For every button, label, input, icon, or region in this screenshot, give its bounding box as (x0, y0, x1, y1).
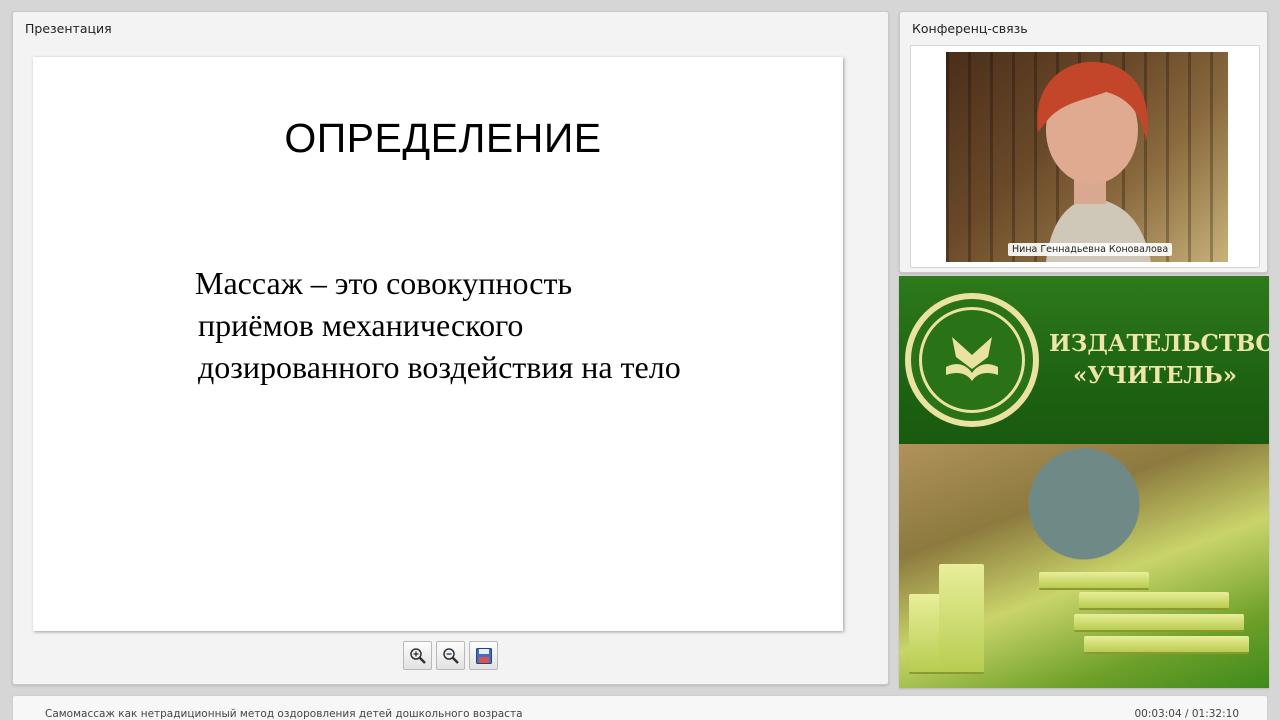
save-icon (475, 647, 492, 664)
slide: ОПРЕДЕЛЕНИЕ Массаж – это совокупность пр… (33, 57, 843, 631)
slide-line: дозированного воздействия на тело (198, 349, 681, 385)
slide-heading: ОПРЕДЕЛЕНИЕ (284, 115, 602, 161)
publisher-name-line: «УЧИТЕЛЬ» (1072, 362, 1238, 389)
zoom-in-icon (409, 647, 426, 664)
playback-time: 00:03:04 / 01:32:10 (1134, 708, 1239, 720)
publisher-name: ИЗДАТЕЛЬСТВО «УЧИТЕЛЬ» (1049, 328, 1269, 392)
book-shape (1084, 636, 1249, 654)
conference-panel: Конференц-связь Нина Геннадьевна Коновал… (899, 11, 1268, 273)
banner-image (899, 444, 1269, 688)
slide-line: приёмов механического (198, 307, 524, 343)
publisher-name-line: ИЗДАТЕЛЬСТВО (1049, 330, 1269, 357)
participant-silhouette (1037, 61, 1151, 262)
zoom-in-button[interactable] (403, 641, 432, 670)
slide-toolbar (403, 641, 498, 670)
publisher-logo-icon (905, 293, 1039, 427)
presentation-panel: Презентация ОПРЕДЕЛЕНИЕ Массаж – это сов… (12, 11, 889, 685)
book-shape (1074, 614, 1244, 632)
slide-line: Массаж – это совокупность (195, 265, 573, 301)
banner-header: ИЗДАТЕЛЬСТВО «УЧИТЕЛЬ» (899, 276, 1269, 444)
video-frame: Нина Геннадьевна Коновалова (910, 45, 1260, 268)
webinar-title: Самомассаж как нетрадиционный метод оздо… (45, 708, 523, 720)
book-shape (939, 564, 984, 674)
save-button[interactable] (469, 641, 498, 670)
footer-bar: Самомассаж как нетрадиционный метод оздо… (12, 695, 1268, 720)
slide-body: Массаж – это совокупность приёмов механи… (195, 262, 681, 388)
book-emblem-icon (946, 337, 998, 381)
book-shape (1079, 592, 1229, 610)
presentation-panel-title: Презентация (25, 21, 112, 36)
publisher-banner[interactable]: ИЗДАТЕЛЬСТВО «УЧИТЕЛЬ» (899, 276, 1269, 688)
zoom-out-button[interactable] (436, 641, 465, 670)
participant-name: Нина Геннадьевна Коновалова (1008, 243, 1173, 256)
conference-panel-title: Конференц-связь (912, 21, 1028, 36)
book-shape (1039, 572, 1149, 590)
participant-video[interactable]: Нина Геннадьевна Коновалова (946, 52, 1228, 262)
zoom-out-icon (442, 647, 459, 664)
